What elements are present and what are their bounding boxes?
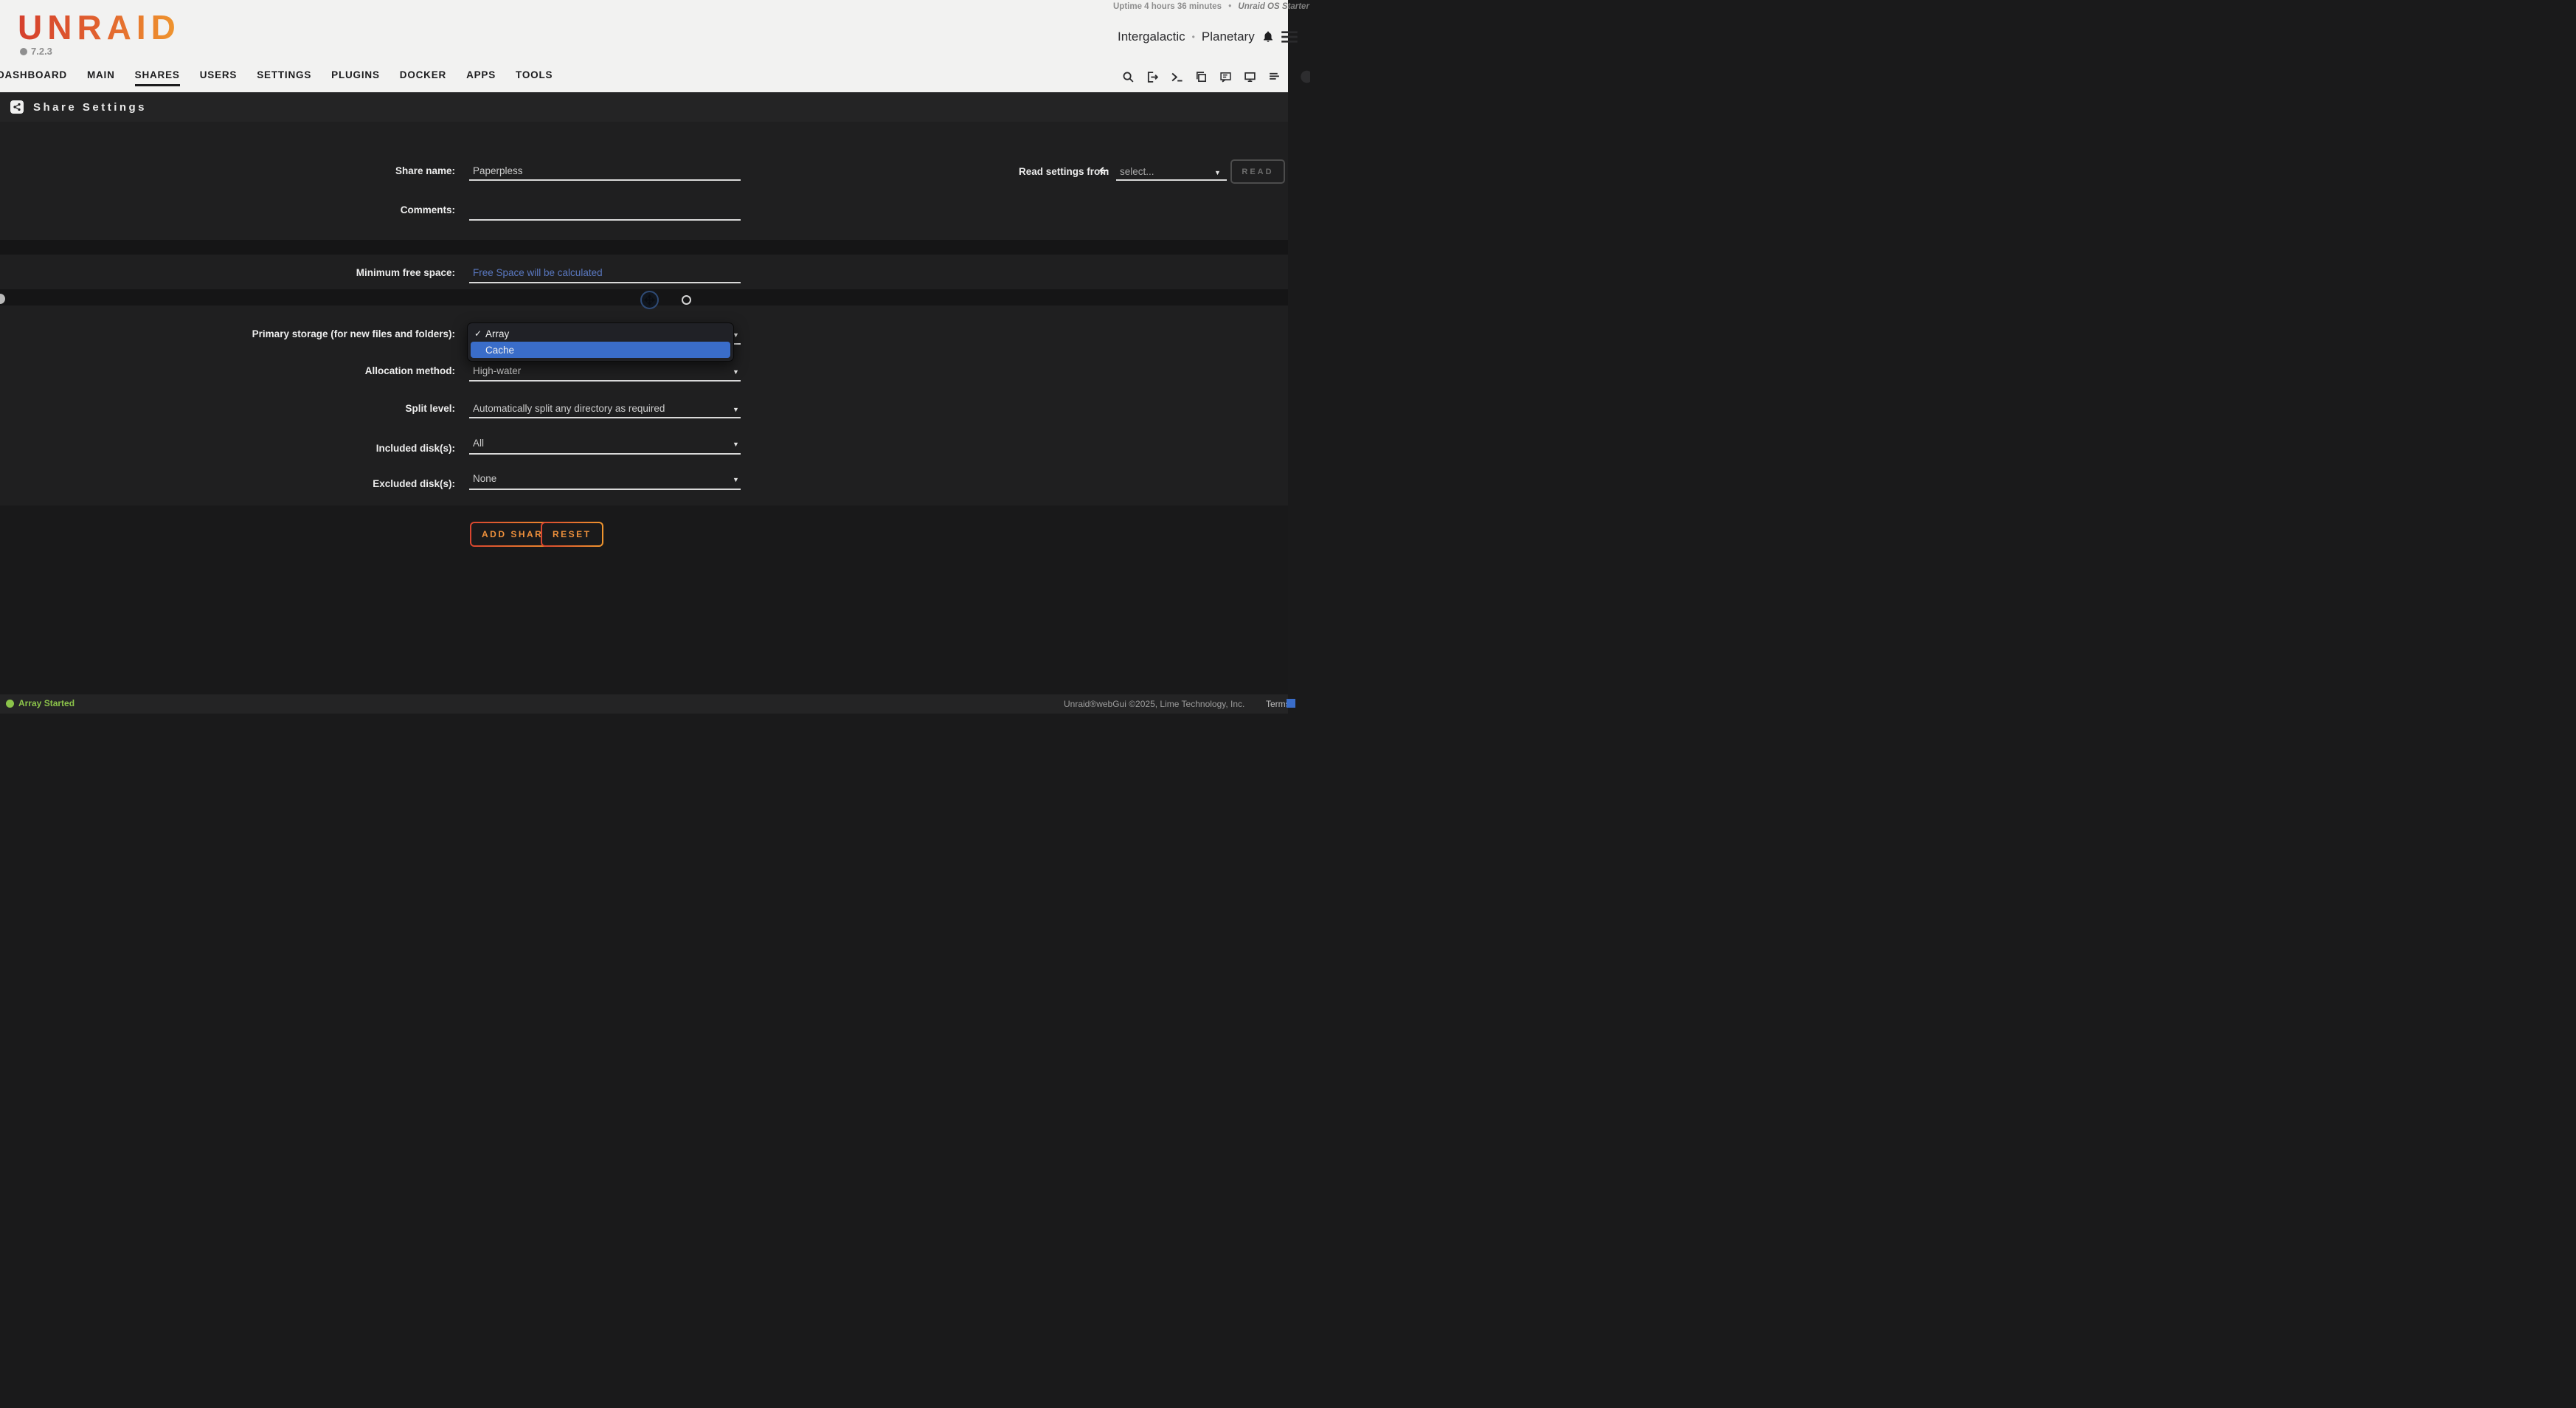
share-name-underline xyxy=(469,179,741,181)
primary-storage-label: Primary storage (for new files and folde… xyxy=(0,328,455,339)
read-settings-label: Read settings from xyxy=(1019,166,1109,177)
included-disks-arrow-icon[interactable]: ▼ xyxy=(733,441,739,448)
footer: Array Started Unraid®webGui ©2025, Lime … xyxy=(0,694,1288,714)
server-description: Planetary xyxy=(1202,30,1255,44)
main-nav: DASHBOARD MAIN SHARES USERS SETTINGS PLU… xyxy=(0,69,553,86)
primary-storage-dropdown: ✓ Array Cache xyxy=(467,322,734,362)
circle-indicator-icon[interactable] xyxy=(682,295,691,305)
allocation-arrow-icon[interactable]: ▼ xyxy=(733,368,739,376)
excluded-disks-label: Excluded disk(s): xyxy=(0,478,455,489)
unraid-logo[interactable]: UNRAID xyxy=(18,7,181,47)
nav-tools[interactable]: TOOLS xyxy=(516,69,553,86)
reset-button[interactable]: RESET xyxy=(541,522,603,547)
section-identity xyxy=(0,122,1288,240)
header-toolbar xyxy=(1122,70,1310,83)
dropdown-option-cache-label: Cache xyxy=(485,345,514,356)
reset-button-label: RESET xyxy=(542,523,602,545)
copy-icon[interactable] xyxy=(1195,71,1208,83)
check-icon: ✓ xyxy=(471,328,485,339)
share-name-input[interactable]: Paperpless xyxy=(473,165,523,176)
log-icon[interactable] xyxy=(1268,71,1281,83)
version-dot-icon xyxy=(20,48,27,55)
nav-dashboard[interactable]: DASHBOARD xyxy=(0,69,67,86)
comments-underline xyxy=(469,219,741,221)
nav-apps[interactable]: APPS xyxy=(466,69,496,86)
split-level-label: Split level: xyxy=(0,403,455,414)
logout-icon[interactable] xyxy=(1146,71,1159,83)
array-status[interactable]: Array Started xyxy=(6,698,75,708)
split-level-underline xyxy=(469,417,741,418)
dropdown-option-array-label: Array xyxy=(485,328,509,339)
read-button[interactable]: READ xyxy=(1230,159,1285,184)
uptime-separator: • xyxy=(1228,2,1231,11)
server-identity: Intergalactic • Planetary xyxy=(1118,30,1298,44)
server-separator: • xyxy=(1192,32,1195,42)
allocation-method-select[interactable]: High-water xyxy=(473,365,521,376)
uptime-text: Uptime 4 hours 36 minutes xyxy=(1113,2,1222,11)
read-settings-select[interactable]: select... xyxy=(1120,166,1154,177)
split-level-arrow-icon[interactable]: ▼ xyxy=(733,406,739,413)
terminal-icon[interactable] xyxy=(1171,71,1183,83)
uptime-line: Uptime 4 hours 36 minutes • Unraid OS St… xyxy=(1113,2,1309,11)
read-select-underline xyxy=(1116,179,1227,181)
min-free-space-label: Minimum free space: xyxy=(0,267,455,278)
notifications-bell-icon[interactable] xyxy=(1261,30,1275,44)
dropdown-option-cache[interactable]: Cache xyxy=(471,342,730,358)
nav-shares[interactable]: SHARES xyxy=(135,69,180,86)
included-disks-select[interactable]: All xyxy=(473,438,484,449)
included-disks-underline xyxy=(469,453,741,455)
dropdown-option-array[interactable]: ✓ Array xyxy=(471,325,730,342)
allocation-underline xyxy=(469,380,741,382)
excluded-disks-arrow-icon[interactable]: ▼ xyxy=(733,476,739,483)
feedback-icon[interactable] xyxy=(1219,71,1232,83)
nav-plugins[interactable]: PLUGINS xyxy=(331,69,380,86)
copyright-text: Unraid®webGui ©2025, Lime Technology, In… xyxy=(1064,699,1244,709)
page-title: Share Settings xyxy=(33,101,147,114)
section-separator-1 xyxy=(0,240,1288,255)
share-name-label: Share name: xyxy=(0,165,455,176)
flag-icon[interactable] xyxy=(1287,699,1295,708)
excluded-disks-select[interactable]: None xyxy=(473,473,496,484)
lower-area xyxy=(0,505,1288,694)
os-edition-text: Unraid OS Starter xyxy=(1238,2,1309,11)
nav-users[interactable]: USERS xyxy=(200,69,238,86)
arrow-left-icon xyxy=(1098,165,1109,176)
search-icon[interactable] xyxy=(1122,71,1135,83)
array-status-icon xyxy=(6,700,14,708)
monitor-icon[interactable] xyxy=(1244,71,1256,83)
excluded-disks-underline xyxy=(469,489,741,490)
included-disks-label: Included disk(s): xyxy=(0,443,455,454)
hamburger-menu-icon[interactable] xyxy=(1281,30,1298,44)
allocation-method-label: Allocation method: xyxy=(0,365,455,376)
comments-label: Comments: xyxy=(0,204,455,215)
split-level-select[interactable]: Automatically split any directory as req… xyxy=(473,403,665,414)
read-select-arrow-icon[interactable]: ▼ xyxy=(1214,169,1221,176)
top-header: UNRAID 7.2.3 Uptime 4 hours 36 minutes •… xyxy=(0,0,1288,92)
array-status-label: Array Started xyxy=(18,698,75,708)
min-free-space-input[interactable]: Free Space will be calculated xyxy=(473,267,603,278)
server-name: Intergalactic xyxy=(1118,30,1185,44)
version-badge: 7.2.3 xyxy=(20,46,52,57)
nav-docker[interactable]: DOCKER xyxy=(400,69,446,86)
move-handle-icon[interactable] xyxy=(640,291,659,309)
share-settings-icon[interactable] xyxy=(10,100,24,114)
nav-settings[interactable]: SETTINGS xyxy=(257,69,311,86)
nav-main[interactable]: MAIN xyxy=(87,69,115,86)
page-title-band: Share Settings xyxy=(0,92,1288,122)
version-label: 7.2.3 xyxy=(31,46,52,57)
min-free-space-underline xyxy=(469,282,741,283)
profile-partial-icon[interactable] xyxy=(1297,70,1310,83)
